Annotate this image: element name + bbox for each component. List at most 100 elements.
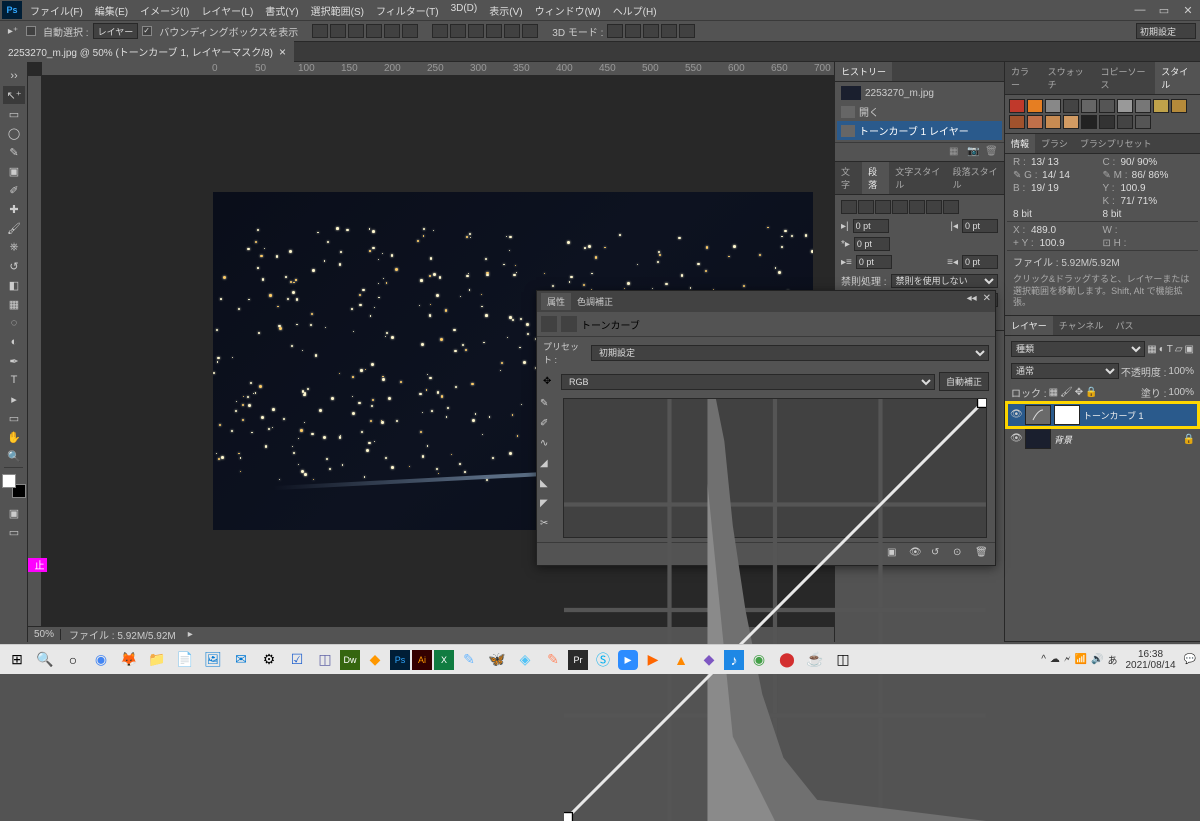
clonesource-tab[interactable]: コピーソース xyxy=(1095,62,1156,94)
color-picker[interactable] xyxy=(2,474,26,498)
distribute-icon[interactable] xyxy=(522,24,538,38)
align-left-icon[interactable] xyxy=(366,24,382,38)
eraser-tool[interactable]: ◧ xyxy=(3,276,25,294)
color-tab[interactable]: カラー xyxy=(1005,62,1042,94)
gradient-tool[interactable]: ▦ xyxy=(3,295,25,313)
dreamweaver-icon[interactable]: Dw xyxy=(340,650,360,670)
info-tab[interactable]: 情報 xyxy=(1005,134,1035,153)
menu-3d[interactable]: 3D(D) xyxy=(445,1,484,20)
paragraph-tab[interactable]: 段落 xyxy=(862,162,889,194)
menu-type[interactable]: 書式(Y) xyxy=(259,1,304,20)
layers-tab[interactable]: レイヤー xyxy=(1005,316,1053,335)
swatches-tab[interactable]: スウォッチ xyxy=(1042,62,1095,94)
media-icon[interactable]: ▶ xyxy=(640,647,666,673)
document-tab[interactable]: 2253270_m.jpg @ 50% (トーンカーブ 1, レイヤーマスク/8… xyxy=(0,41,294,62)
distribute-icon[interactable] xyxy=(486,24,502,38)
auto-select-checkbox[interactable] xyxy=(26,26,36,36)
settings-icon[interactable]: ⚙ xyxy=(256,647,282,673)
para-style-tab[interactable]: 段落スタイル xyxy=(947,162,1004,194)
collapse-icon[interactable]: ◂◂ xyxy=(967,293,977,310)
pen-tool[interactable]: ✒ xyxy=(3,352,25,370)
justify-all-icon[interactable] xyxy=(943,200,959,214)
panel-close-icon[interactable]: ✕ xyxy=(983,293,991,310)
first-line-indent-input[interactable] xyxy=(854,237,890,251)
channels-tab[interactable]: チャンネル xyxy=(1053,316,1110,335)
tray-wifi-icon[interactable]: 📶 xyxy=(1075,654,1087,665)
menu-help[interactable]: ヘルプ(H) xyxy=(607,1,663,20)
brush-tool[interactable]: 🖌 xyxy=(3,219,25,237)
music-icon[interactable]: ♪ xyxy=(724,650,744,670)
align-bottom-icon[interactable] xyxy=(348,24,364,38)
app-icon[interactable]: ◆ xyxy=(696,647,722,673)
mode3d-icon[interactable] xyxy=(625,24,641,38)
record-icon[interactable]: ⬤ xyxy=(774,647,800,673)
paths-tab[interactable]: パス xyxy=(1109,316,1139,335)
outlook-icon[interactable]: ✉ xyxy=(228,647,254,673)
visibility-icon[interactable]: 👁 xyxy=(1010,433,1022,445)
blend-mode-select[interactable]: 通常 xyxy=(1011,363,1119,379)
layer-name[interactable]: トーンカーブ 1 xyxy=(1083,409,1144,422)
style-swatch[interactable] xyxy=(1171,99,1187,113)
style-swatch[interactable] xyxy=(1063,99,1079,113)
lock-all-icon[interactable]: 🔒 xyxy=(1085,387,1097,398)
gray-point-eyedropper-icon[interactable]: ◣ xyxy=(540,478,556,494)
search-icon[interactable]: 🔍 xyxy=(32,647,58,673)
filter-adj-icon[interactable]: ◐ xyxy=(1159,344,1165,355)
char-tab[interactable]: 文字 xyxy=(835,162,862,194)
system-clock[interactable]: 16:38 2021/08/14 xyxy=(1121,649,1179,671)
brush-tab[interactable]: ブラシ xyxy=(1035,134,1074,153)
style-swatch[interactable] xyxy=(1045,115,1061,129)
status-zoom[interactable]: 50% xyxy=(28,629,61,640)
layer-name[interactable]: 背景 xyxy=(1054,433,1072,446)
fill-value[interactable]: 100% xyxy=(1168,387,1194,398)
hand-tool[interactable]: ✋ xyxy=(3,428,25,446)
history-step[interactable]: 開く xyxy=(837,102,1002,121)
firefox-icon[interactable]: 🦊 xyxy=(116,647,142,673)
filter-shape-icon[interactable]: ▱ xyxy=(1175,344,1183,355)
layer-row-curves[interactable]: 👁 トーンカーブ 1 xyxy=(1007,403,1198,427)
style-swatch[interactable] xyxy=(1045,99,1061,113)
sublime-icon[interactable]: ◆ xyxy=(362,647,388,673)
screen-mode-icon[interactable]: ▭ xyxy=(3,523,25,541)
blur-tool[interactable]: ◌ xyxy=(3,314,25,332)
skype-icon[interactable]: Ⓢ xyxy=(590,647,616,673)
justify-last-left-icon[interactable] xyxy=(892,200,908,214)
space-before-input[interactable] xyxy=(856,255,892,269)
style-swatch[interactable] xyxy=(1117,115,1133,129)
eyedropper-tool[interactable]: ✐ xyxy=(3,181,25,199)
style-swatch[interactable] xyxy=(1081,115,1097,129)
app-icon[interactable]: ◫ xyxy=(830,647,856,673)
lock-position-icon[interactable]: ✥ xyxy=(1075,387,1083,398)
dodge-tool[interactable]: ◐ xyxy=(3,333,25,351)
shape-tool[interactable]: ▭ xyxy=(3,409,25,427)
snapshot-from-state-icon[interactable]: ▦ xyxy=(949,146,963,158)
target-adj-icon[interactable]: ✥ xyxy=(543,376,557,387)
style-swatch[interactable] xyxy=(1009,115,1025,129)
notepad-icon[interactable]: 📄 xyxy=(172,647,198,673)
properties-panel[interactable]: 属性 色調補正 ◂◂ ✕ トーンカーブ プリセット : 初期設定 ✥ RGB 自… xyxy=(536,290,996,566)
align-center-icon[interactable] xyxy=(858,200,874,214)
style-swatch[interactable] xyxy=(1135,115,1151,129)
justify-last-center-icon[interactable] xyxy=(909,200,925,214)
menu-image[interactable]: イメージ(I) xyxy=(134,1,195,20)
mask-icon[interactable] xyxy=(561,316,577,332)
stamp-tool[interactable]: ⎈ xyxy=(3,238,25,256)
close-button[interactable]: ✕ xyxy=(1176,1,1200,19)
app-icon[interactable]: ☕ xyxy=(802,647,828,673)
style-swatch[interactable] xyxy=(1027,115,1043,129)
maximize-button[interactable]: ▭ xyxy=(1152,1,1176,19)
tray-cloud-icon[interactable]: ☁ xyxy=(1050,654,1060,665)
style-swatch[interactable] xyxy=(1135,99,1151,113)
layer-mask-thumb[interactable] xyxy=(1054,405,1080,425)
status-docinfo[interactable]: ファイル : 5.92M/5.92M xyxy=(61,627,184,642)
minimize-button[interactable]: — xyxy=(1128,1,1152,19)
butterfly-icon[interactable]: 🦋 xyxy=(484,647,510,673)
vlc-icon[interactable]: ▲ xyxy=(668,647,694,673)
black-point-eyedropper-icon[interactable]: ◢ xyxy=(540,458,556,474)
teams-icon[interactable]: ◫ xyxy=(312,647,338,673)
distribute-icon[interactable] xyxy=(432,24,448,38)
filter-type-icon[interactable]: T xyxy=(1167,344,1173,355)
align-left-icon[interactable] xyxy=(841,200,857,214)
photoshop-icon[interactable]: Ps xyxy=(390,650,410,670)
visibility-icon[interactable]: 👁 xyxy=(1010,409,1022,421)
